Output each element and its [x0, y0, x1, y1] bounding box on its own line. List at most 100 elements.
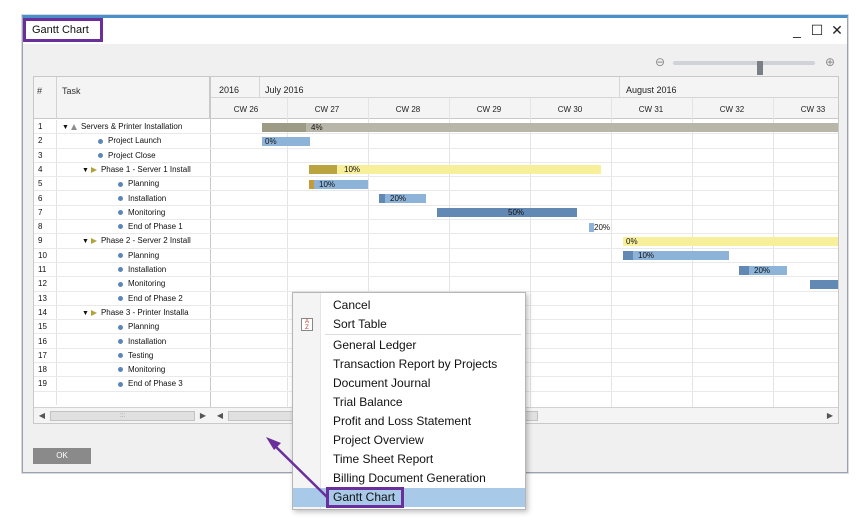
task-name: Planning	[128, 322, 160, 332]
menu-item-trial-balance[interactable]: Trial Balance	[293, 393, 525, 412]
task-cell[interactable]: Monitoring	[118, 365, 208, 374]
task-cell[interactable]: End of Phase 3	[118, 379, 208, 388]
task-dot-icon	[118, 224, 123, 230]
collapse-icon[interactable]: ▼	[82, 238, 89, 245]
menu-item-cancel[interactable]: Cancel	[293, 296, 525, 315]
task-table-header: # Task	[34, 77, 210, 119]
gantt-bar[interactable]: 50%	[437, 208, 577, 218]
menu-item-general-ledger[interactable]: General Ledger	[293, 336, 525, 355]
task-cell[interactable]: Planning	[118, 322, 208, 331]
gantt-bar[interactable]: 0%	[623, 236, 838, 246]
timeline-month-august: August 2016	[626, 85, 677, 95]
menu-item-label: General Ledger	[333, 338, 417, 352]
gantt-bar[interactable]: 4%	[262, 122, 838, 132]
menu-item-sort-table[interactable]: A Z Sort Table	[293, 315, 525, 334]
task-name: Phase 3 - Printer Installa	[100, 307, 189, 317]
scroll-right-icon[interactable]: ▶	[197, 410, 209, 422]
task-cell[interactable]: Project Close	[98, 151, 208, 160]
menu-item-billing-document-generation-wizard[interactable]: Billing Document Generation Wizard	[293, 469, 525, 504]
timeline-week: CW 32	[719, 105, 745, 114]
task-cell[interactable]: Planning	[118, 179, 208, 188]
task-dot-icon	[118, 353, 123, 359]
row-number: 13	[38, 293, 47, 303]
gantt-bar[interactable]: 20%	[739, 265, 787, 275]
task-cell[interactable]: ▼ Phase 2 - Server 2 Install	[82, 236, 208, 245]
gantt-bar[interactable]	[810, 279, 838, 289]
task-column-header[interactable]: Task	[62, 86, 81, 96]
timeline-week: CW 33	[800, 105, 826, 114]
table-row[interactable]: 6 Installation	[34, 192, 838, 206]
menu-item-label: Time Sheet Report	[333, 452, 434, 466]
task-cell[interactable]: ▼ Phase 1 - Server 1 Install	[82, 165, 208, 174]
bar-progress-label: 20%	[594, 222, 611, 232]
menu-item-time-sheet-report[interactable]: Time Sheet Report	[293, 450, 525, 469]
gantt-bar[interactable]: 10%	[309, 179, 368, 189]
menu-item-label: Cancel	[333, 298, 371, 312]
ok-button[interactable]: OK	[33, 448, 91, 464]
bar-progress-label: 0%	[626, 236, 638, 246]
bar-progress-label: 20%	[390, 194, 407, 203]
gantt-bar[interactable]: 0%	[262, 136, 310, 146]
menu-item-label: Profit and Loss Statement	[333, 414, 472, 428]
task-name: Servers & Printer Installation	[80, 122, 183, 131]
collapse-icon[interactable]: ▼	[82, 167, 89, 174]
row-number: 19	[38, 379, 47, 389]
timeline-scroll-right-icon[interactable]: ▶	[824, 410, 836, 422]
task-cell[interactable]: Installation	[118, 194, 208, 203]
gantt-bar[interactable]: 10%	[309, 165, 601, 175]
close-button[interactable]: ✕	[829, 22, 845, 38]
task-dot-icon	[98, 152, 103, 158]
row-number: 5	[38, 179, 43, 189]
table-row[interactable]: 5 Planning	[34, 177, 838, 192]
task-name: Planning	[128, 250, 160, 260]
timeline-scroll-left-icon[interactable]: ◀	[214, 410, 226, 422]
collapse-icon[interactable]: ▼	[62, 124, 69, 131]
number-column-header[interactable]: #	[37, 86, 42, 96]
row-number: 1	[38, 122, 43, 131]
task-cell[interactable]: Installation	[118, 337, 208, 346]
task-cell[interactable]: Monitoring	[118, 208, 208, 217]
gantt-bar[interactable]: 20%	[589, 222, 610, 232]
row-number: 17	[38, 350, 47, 360]
task-dot-icon	[118, 210, 123, 216]
timeline-year: 2016	[219, 85, 240, 95]
gantt-bar[interactable]: 20%	[379, 194, 426, 203]
menu-item-label: Document Journal	[333, 376, 431, 390]
gantt-bar[interactable]: 10%	[623, 251, 729, 261]
table-row[interactable]: 11 Installation	[34, 263, 838, 278]
task-cell[interactable]: ▼ Servers & Printer Installation	[62, 122, 208, 131]
table-row[interactable]: 3 Project Close	[34, 149, 838, 163]
task-name: Installation	[128, 336, 167, 346]
maximize-button[interactable]: ☐	[809, 22, 825, 38]
table-row[interactable]: 8 End of Phase 1	[34, 220, 838, 235]
zoom-in-icon[interactable]: ⊕	[823, 56, 837, 70]
menu-item-project-overview[interactable]: Project Overview	[293, 431, 525, 450]
minimize-button[interactable]: _	[789, 22, 805, 38]
task-cell[interactable]: Testing	[118, 351, 208, 360]
timeline-week: CW 26	[233, 105, 259, 114]
menu-item-transaction-report-by-projects[interactable]: Transaction Report by Projects	[293, 355, 525, 374]
task-cell[interactable]: Project Launch	[98, 136, 208, 145]
task-scroll-thumb[interactable]: :::	[50, 411, 195, 421]
task-name: End of Phase 2	[128, 293, 183, 303]
scroll-left-icon[interactable]: ◀	[36, 410, 48, 422]
task-cell[interactable]: Planning	[118, 251, 208, 260]
task-name: Monitoring	[128, 279, 166, 289]
task-cell[interactable]: Monitoring	[118, 279, 208, 288]
row-number: 14	[38, 307, 47, 317]
zoom-slider[interactable]	[673, 61, 815, 75]
collapse-icon[interactable]: ▼	[82, 310, 89, 317]
row-number: 9	[38, 236, 43, 246]
task-cell[interactable]: End of Phase 1	[118, 222, 208, 231]
zoom-out-icon[interactable]: ⊖	[653, 56, 667, 70]
task-cell[interactable]: Installation	[118, 265, 208, 274]
menu-item-document-journal[interactable]: Document Journal	[293, 374, 525, 393]
zoom-slider-thumb[interactable]	[757, 61, 763, 75]
table-row[interactable]: 2 Project Launch	[34, 134, 838, 149]
table-row[interactable]: 12 Monitoring	[34, 277, 838, 292]
menu-item-gantt-chart[interactable]: Gantt Chart	[293, 487, 525, 508]
menu-item-profit-and-loss-statement[interactable]: Profit and Loss Statement	[293, 412, 525, 431]
row-number: 4	[38, 164, 43, 174]
task-cell[interactable]: ▼ Phase 3 - Printer Installa	[82, 308, 208, 317]
task-cell[interactable]: End of Phase 2	[118, 294, 208, 303]
